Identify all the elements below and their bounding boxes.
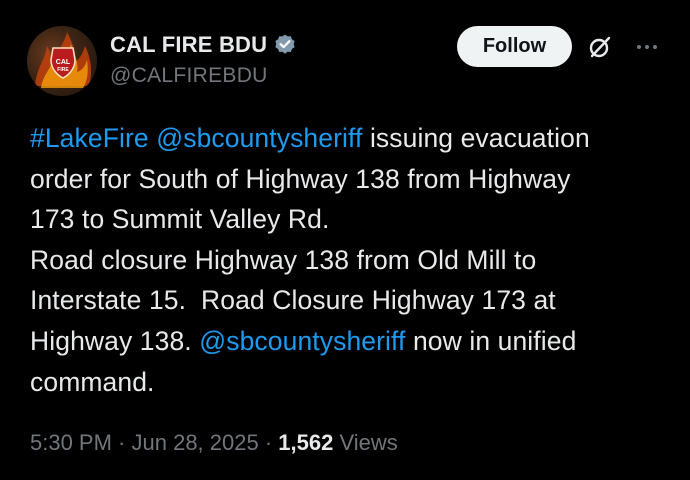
- tweet-text-line: #LakeFire @sbcountysheriff issuing evacu…: [30, 118, 670, 159]
- tweet-text-segment: command.: [30, 366, 155, 397]
- tweet-text-segment: Highway 138.: [30, 325, 200, 356]
- tweet-text-line: order for South of Highway 138 from High…: [30, 159, 670, 200]
- more-options-icon[interactable]: [634, 34, 660, 60]
- grok-icon[interactable]: [587, 34, 613, 60]
- tweet-text-segment: now in unified: [405, 325, 577, 356]
- tweet-date[interactable]: Jun 28, 2025: [132, 430, 259, 455]
- mention-link[interactable]: @sbcountysheriff: [199, 326, 405, 356]
- verified-badge-icon[interactable]: [273, 33, 297, 57]
- tweet-text-line: command.: [30, 362, 670, 403]
- tweet-meta: 5:30 PM · Jun 28, 2025 · 1,562 Views: [30, 430, 398, 456]
- views-count: 1,562: [278, 430, 334, 455]
- tweet-text: #LakeFire @sbcountysheriff issuing evacu…: [30, 118, 670, 402]
- cal-fire-logo-icon: CAL FIRE: [35, 32, 92, 88]
- tweet-text-segment: 173 to Summit Valley Rd.: [30, 204, 330, 235]
- follow-button[interactable]: Follow: [457, 26, 572, 67]
- tweet-text-line: 173 to Summit Valley Rd.: [30, 199, 670, 240]
- tweet-text-line: Highway 138. @sbcountysheriff now in uni…: [30, 321, 670, 362]
- tweet-card: CAL FIRE CAL FIRE BDU @CALFIREBDU Follow…: [0, 0, 690, 480]
- display-name[interactable]: CAL FIRE BDU: [110, 32, 267, 58]
- tweet-time[interactable]: 5:30 PM: [30, 430, 112, 455]
- svg-text:CAL: CAL: [56, 59, 71, 66]
- tweet-text-segment: Road closure Highway 138 from Old Mill t…: [30, 244, 537, 275]
- author-block: CAL FIRE BDU @CALFIREBDU: [110, 30, 297, 88]
- tweet-text-segment: issuing evacuation: [362, 123, 590, 153]
- hashtag-link[interactable]: #LakeFire: [30, 123, 149, 153]
- tweet-text-segment: Interstate 15. Road Closure Highway 173 …: [30, 285, 556, 316]
- views-label: Views: [333, 430, 398, 455]
- name-row: CAL FIRE BDU: [110, 30, 297, 60]
- tweet-text-line: Road closure Highway 138 from Old Mill t…: [30, 240, 670, 281]
- svg-text:FIRE: FIRE: [57, 67, 69, 73]
- tweet-text-line: Interstate 15. Road Closure Highway 173 …: [30, 280, 670, 321]
- meta-separator: ·: [258, 430, 279, 455]
- avatar[interactable]: CAL FIRE: [27, 26, 97, 96]
- mention-link[interactable]: @sbcountysheriff: [156, 123, 362, 153]
- handle[interactable]: @CALFIREBDU: [110, 64, 297, 88]
- meta-separator: ·: [111, 430, 132, 455]
- tweet-text-segment: order for South of Highway 138 from High…: [30, 163, 571, 194]
